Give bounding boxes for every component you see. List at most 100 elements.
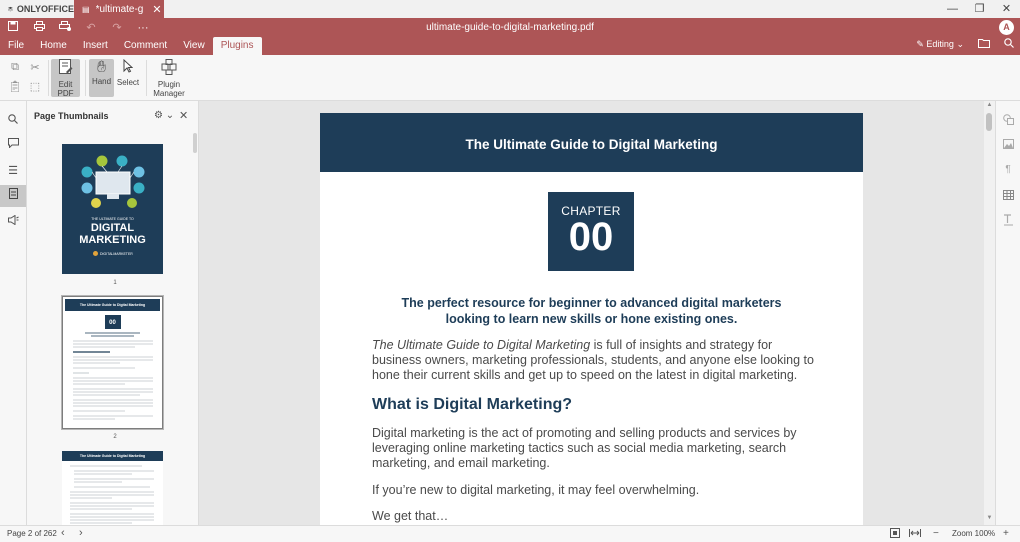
toolbar-divider — [48, 60, 49, 96]
overwhelming-paragraph: If you’re new to digital marketing, it m… — [372, 483, 700, 497]
thumbnail-settings-icon[interactable]: ⚙︎ ⌄ — [154, 110, 174, 121]
scroll-up-icon[interactable]: ▲ — [985, 102, 994, 108]
plugin-manager-label: Plugin Manager — [153, 80, 185, 98]
fit-to-page-icon[interactable] — [890, 528, 900, 541]
open-file-location-icon[interactable] — [978, 38, 990, 50]
thumb-text-lines — [70, 465, 154, 524]
shape-settings-icon[interactable] — [996, 114, 1020, 128]
lead-line-2: looking to learn new skills or hone exis… — [445, 311, 738, 326]
intro-paragraph: The Ultimate Guide to Digital Marketing … — [372, 338, 823, 383]
plugins-toolbar: ⧉ ✂ 📋︎ ⬚ Edit PDF ✋︎ Hand Select Plugin … — [0, 55, 1020, 101]
zoom-level[interactable]: Zoom 100% — [952, 529, 995, 538]
chevron-down-icon: ⌄ — [956, 38, 964, 49]
edit-pdf-button[interactable]: Edit PDF — [51, 59, 80, 98]
brand-name: DIGITALMARKETER — [100, 251, 133, 256]
headings-navigation-icon[interactable]: ☰ — [0, 160, 26, 182]
print-icon[interactable] — [26, 21, 52, 34]
plugin-manager-icon — [161, 59, 177, 80]
close-window-button[interactable]: ✕ — [993, 0, 1020, 18]
user-avatar[interactable]: A — [999, 20, 1014, 35]
select-all-icon[interactable]: ⬚ — [25, 80, 45, 93]
next-page-icon[interactable]: › — [79, 527, 83, 539]
zoom-in-icon[interactable]: + — [1003, 528, 1009, 539]
right-sidebar: ¶ — [995, 101, 1020, 525]
intro-the: The — [372, 338, 398, 352]
undo-icon[interactable]: ↶ — [78, 21, 104, 34]
panel-scrollbar[interactable] — [193, 133, 197, 153]
page-counter[interactable]: Page 2 of 262 — [7, 529, 57, 538]
clipboard-group: ⧉ ✂ 📋︎ ⬚ — [5, 61, 45, 93]
toolbar-divider — [146, 60, 147, 96]
hand-tool-label: Hand — [91, 77, 112, 86]
cover-small-title: THE ULTIMATE GUIDE TO — [91, 217, 134, 221]
select-tool-button[interactable]: Select — [116, 58, 140, 97]
title-bar: ONLYOFFICE ▤ *ultimate-g… ✕ — ❐ ✕ — [0, 0, 1020, 18]
copy-icon[interactable]: ⧉ — [5, 61, 25, 74]
scrollbar-thumb[interactable] — [986, 113, 992, 131]
page-thumbnails-icon[interactable] — [0, 185, 26, 207]
menu-comment[interactable]: Comment — [116, 37, 175, 55]
thumb-chapter-box: 00 — [104, 315, 121, 329]
cover-illustration-icon — [81, 155, 145, 208]
page-banner: The Ultimate Guide to Digital Marketing — [320, 113, 863, 172]
hand-icon: ✋︎ — [96, 59, 107, 76]
redo-icon[interactable]: ↷ — [104, 21, 130, 34]
thumb-banner: The Ultimate Guide to Digital Marketing — [62, 451, 163, 461]
menu-file[interactable]: File — [0, 37, 32, 55]
page-number-2: 2 — [113, 434, 117, 440]
close-panel-icon[interactable]: ✕ — [179, 109, 188, 122]
thumb-chapter-number: 00 — [109, 320, 116, 326]
edit-pdf-label: Edit PDF — [57, 80, 74, 98]
editing-mode-dropdown[interactable]: ✎ Editing ⌄ — [916, 39, 964, 50]
main-menu: File Home Insert Comment View Plugins — [0, 37, 262, 55]
menu-plugins[interactable]: Plugins — [212, 37, 262, 55]
panel-title: Page Thumbnails — [34, 111, 109, 121]
lead-paragraph: The perfect resource for beginner to adv… — [360, 296, 823, 327]
document-viewport[interactable]: The Ultimate Guide to Digital Marketing … — [199, 101, 984, 525]
feedback-icon[interactable] — [0, 211, 26, 233]
menu-home[interactable]: Home — [32, 37, 75, 55]
zoom-out-icon[interactable]: − — [933, 528, 939, 539]
image-settings-icon[interactable] — [996, 139, 1020, 152]
pdf-page: The Ultimate Guide to Digital Marketing … — [320, 113, 863, 525]
window-controls: — ❐ ✕ — [939, 0, 1020, 18]
plugin-manager-button[interactable]: Plugin Manager — [151, 59, 187, 98]
restore-button[interactable]: ❐ — [966, 0, 993, 18]
table-settings-icon[interactable] — [996, 190, 1020, 203]
page-thumbnail-1[interactable]: THE ULTIMATE GUIDE TO DIGITAL MARKETING … — [62, 144, 163, 274]
toolbar-divider — [85, 60, 86, 96]
comments-icon[interactable] — [0, 134, 26, 156]
minimize-button[interactable]: — — [939, 0, 966, 18]
thumb-banner: The Ultimate Guide to Digital Marketing — [65, 299, 160, 311]
we-get-that-paragraph: We get that… — [372, 509, 449, 523]
previous-page-icon[interactable]: ‹ — [61, 527, 65, 539]
search-icon[interactable] — [1004, 38, 1014, 50]
onlyoffice-logo-icon — [8, 6, 13, 12]
paste-icon[interactable]: 📋︎ — [5, 80, 25, 93]
header-right-controls: ✎ Editing ⌄ — [916, 38, 1014, 50]
editing-mode-label: Editing — [926, 38, 954, 49]
hand-tool-button[interactable]: ✋︎ Hand — [89, 59, 114, 97]
menu-insert[interactable]: Insert — [75, 37, 116, 55]
section-heading: What is Digital Marketing? — [372, 396, 573, 413]
vertical-scrollbar[interactable]: ▲ ▼ — [984, 101, 995, 525]
paragraph-settings-icon[interactable]: ¶ — [996, 164, 1020, 175]
close-tab-icon[interactable]: ✕ — [150, 3, 164, 16]
quick-print-icon[interactable] — [52, 21, 78, 34]
brand-mark-icon — [93, 251, 98, 256]
document-tab[interactable]: ▤ *ultimate-g… ✕ — [74, 0, 164, 18]
text-art-settings-icon[interactable] — [996, 214, 1020, 229]
page-thumbnail-3[interactable]: The Ultimate Guide to Digital Marketing — [62, 451, 163, 525]
scroll-down-icon[interactable]: ▼ — [985, 515, 994, 521]
search-icon[interactable] — [0, 110, 26, 132]
page-thumbnail-2[interactable]: The Ultimate Guide to Digital Marketing … — [61, 295, 164, 430]
menu-view[interactable]: View — [175, 37, 213, 55]
intro-guide-title: Ultimate Guide to Digital Marketing — [397, 338, 591, 352]
cut-icon[interactable]: ✂ — [25, 61, 45, 74]
page-thumbnails-panel: Page Thumbnails ⚙︎ ⌄ ✕ THE ULTIMATE GUID… — [27, 101, 199, 525]
more-icon[interactable]: ··· — [130, 22, 156, 34]
save-icon[interactable] — [0, 21, 26, 34]
status-bar: Page 2 of 262 ‹ › − Zoom 100% + — [0, 525, 1020, 542]
app-logo: ONLYOFFICE — [0, 0, 74, 18]
fit-to-width-icon[interactable] — [909, 528, 921, 541]
